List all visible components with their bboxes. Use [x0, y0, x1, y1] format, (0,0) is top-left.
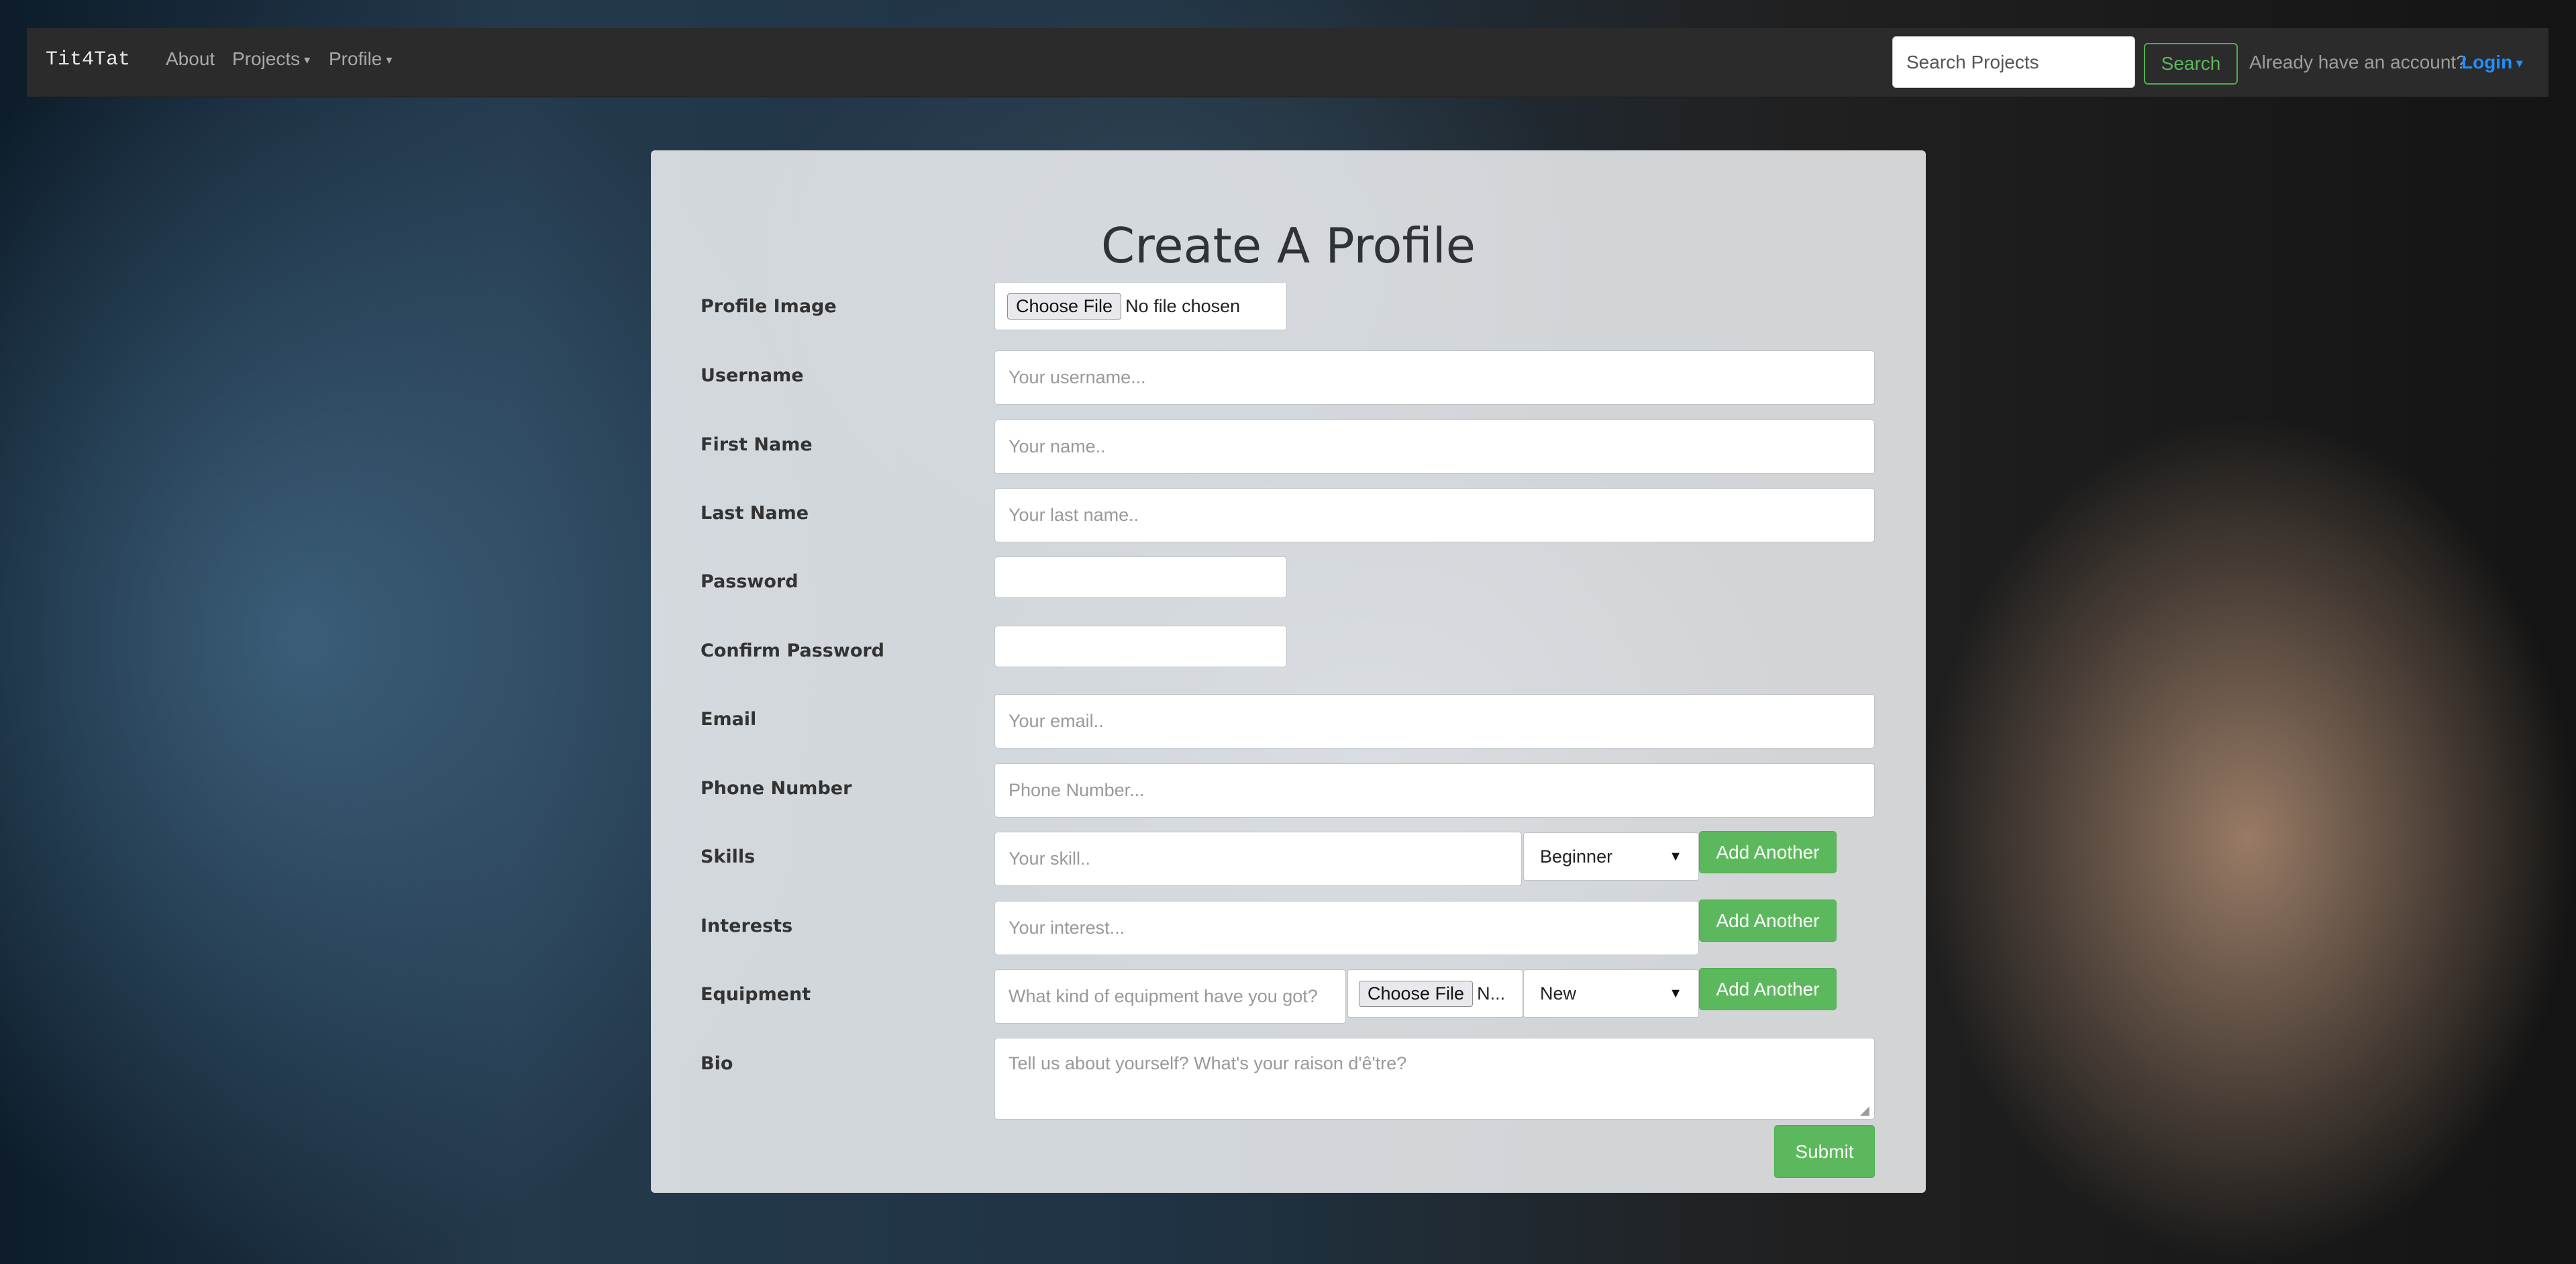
- password-input[interactable]: [994, 556, 1287, 598]
- choose-file-button[interactable]: Choose File: [1359, 980, 1474, 1007]
- already-account-text: Already have an account?: [2249, 52, 2467, 72]
- interest-input[interactable]: Your interest...: [994, 901, 1699, 955]
- search-input[interactable]: [1892, 36, 2135, 88]
- login-dropdown[interactable]: Login ▾: [2461, 52, 2522, 73]
- email-input[interactable]: Your email..: [994, 694, 1875, 748]
- create-profile-panel: Create A Profile Profile Image Choose Fi…: [651, 150, 1926, 1193]
- caret-down-icon: ▾: [304, 53, 311, 67]
- password-label: Password: [701, 571, 798, 592]
- choose-file-button[interactable]: Choose File: [1007, 293, 1122, 320]
- nav-about[interactable]: About: [166, 48, 215, 70]
- navbar: Tit4Tat About Projects ▾ Profile ▾ Search …: [27, 28, 2548, 97]
- username-input[interactable]: Your username...: [994, 350, 1875, 405]
- confirm-password-label: Confirm Password: [701, 640, 885, 661]
- interests-label: Interests: [701, 916, 793, 936]
- login-label: Login: [2461, 52, 2513, 72]
- file-status: No file chosen: [1125, 295, 1241, 316]
- resize-handle-icon[interactable]: ◢: [1860, 1104, 1869, 1118]
- skills-label: Skills: [701, 846, 756, 867]
- skill-level-value: Beginner: [1540, 846, 1613, 867]
- add-interest-button[interactable]: Add Another: [1699, 900, 1837, 942]
- brand-logo[interactable]: Tit4Tat: [46, 48, 130, 71]
- skill-level-select[interactable]: Beginner ▼: [1523, 832, 1699, 881]
- nav-projects-label: Projects: [232, 48, 301, 69]
- nav-projects-dropdown[interactable]: Projects ▾: [232, 48, 310, 70]
- first-name-label: First Name: [701, 434, 813, 455]
- equipment-label: Equipment: [701, 984, 811, 1005]
- select-arrow-icon: ▼: [1669, 985, 1682, 1001]
- phone-input[interactable]: Phone Number...: [994, 763, 1875, 818]
- nav-profile-dropdown[interactable]: Profile ▾: [329, 48, 392, 70]
- bio-label: Bio: [701, 1053, 733, 1074]
- select-arrow-icon: ▼: [1669, 848, 1682, 864]
- last-name-label: Last Name: [701, 503, 809, 524]
- equipment-condition-select[interactable]: New ▼: [1523, 969, 1699, 1018]
- skill-input[interactable]: Your skill..: [994, 832, 1522, 886]
- submit-button[interactable]: Submit: [1774, 1125, 1875, 1178]
- equipment-input[interactable]: What kind of equipment have you got?: [994, 969, 1346, 1024]
- equipment-file-input[interactable]: Choose File N...: [1347, 969, 1523, 1018]
- nav-profile-label: Profile: [329, 48, 382, 69]
- bio-textarea[interactable]: Tell us about yourself? What's your rais…: [994, 1038, 1875, 1120]
- first-name-input[interactable]: Your name..: [994, 420, 1875, 474]
- confirm-password-input[interactable]: [994, 626, 1287, 667]
- username-label: Username: [701, 365, 804, 386]
- caret-down-icon: ▾: [2516, 56, 2523, 70]
- email-label: Email: [701, 709, 757, 730]
- add-equipment-button[interactable]: Add Another: [1699, 968, 1837, 1010]
- last-name-input[interactable]: Your last name..: [994, 488, 1875, 542]
- equipment-condition-value: New: [1540, 983, 1577, 1004]
- phone-label: Phone Number: [701, 778, 852, 799]
- file-status: N...: [1477, 983, 1506, 1004]
- page-title: Create A Profile: [1100, 217, 1476, 274]
- caret-down-icon: ▾: [386, 53, 393, 67]
- profile-image-file-input[interactable]: Choose File No file chosen: [994, 282, 1287, 330]
- search-button[interactable]: Search: [2144, 43, 2238, 85]
- add-skill-button[interactable]: Add Another: [1699, 831, 1837, 873]
- profile-image-label: Profile Image: [701, 296, 837, 317]
